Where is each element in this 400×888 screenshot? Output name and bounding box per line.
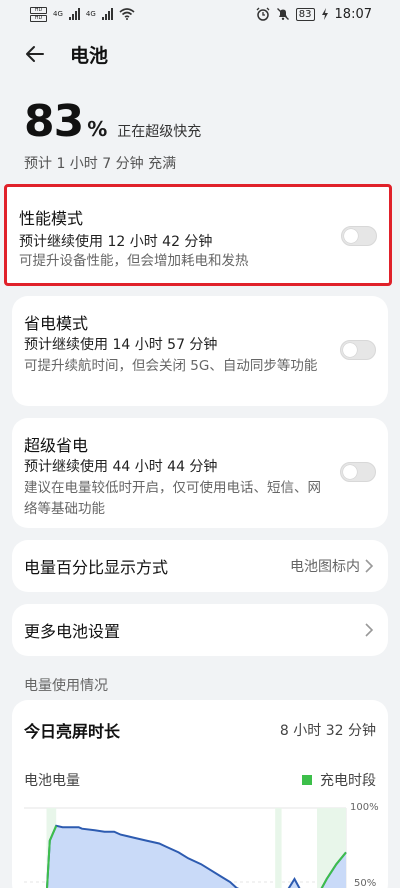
alarm-icon	[256, 7, 270, 21]
status-bar: HD HD 4G 4G 83 18:07	[0, 0, 400, 28]
tick-label-100: 100%	[350, 802, 379, 813]
screen-time-value: 8 小时 32 分钟	[279, 723, 376, 739]
chart-title: 电池电量	[24, 773, 80, 789]
page-title: 电池	[70, 44, 109, 67]
battery-percent-row: 83 % 正在超级快充	[24, 96, 201, 147]
network-type-1: 4G	[53, 10, 63, 18]
usage-card: 今日亮屏时长 8 小时 32 分钟 电池电量 充电时段 100% 50%	[12, 700, 388, 888]
signal-icon	[68, 8, 80, 20]
row-label: 更多电池设置	[24, 622, 121, 641]
performance-mode-card[interactable]: 性能模式 预计继续使用 12 小时 42 分钟 可提升设备性能，但会增加耗电和发…	[4, 184, 392, 286]
mode-usage: 预计继续使用 44 小时 44 分钟	[24, 459, 218, 475]
status-left: HD HD 4G 4G	[30, 6, 135, 22]
row-value-group: 电池图标内	[290, 556, 374, 576]
mode-description: 可提升续航时间，但会关闭 5G、自动同步等功能	[24, 358, 318, 374]
mode-description: 建议在电量较低时开启，仅可使用电话、短信、网络等基础功能	[24, 480, 321, 517]
charging-state: 正在超级快充	[117, 124, 202, 140]
percent-display-row[interactable]: 电量百分比显示方式 电池图标内	[12, 540, 388, 592]
more-battery-settings-row[interactable]: 更多电池设置	[12, 604, 388, 656]
legend-label: 充电时段	[320, 773, 376, 789]
mode-title: 超级省电	[24, 436, 89, 455]
charging-band	[275, 808, 282, 888]
charge-estimate: 预计 1 小时 7 分钟 充满	[24, 156, 177, 172]
mode-usage: 预计继续使用 14 小时 57 分钟	[24, 337, 218, 353]
chart-legend: 充电时段	[302, 770, 376, 790]
battery-percent-sign: %	[87, 117, 108, 141]
back-arrow-icon[interactable]	[22, 41, 48, 67]
row-value: 电池图标内	[290, 559, 360, 575]
charging-bolt-icon	[321, 8, 328, 20]
mode-usage: 预计继续使用 12 小时 42 分钟	[19, 234, 213, 250]
battery-level: 83	[295, 7, 315, 21]
status-time: 18:07	[334, 6, 372, 22]
tick-label-50: 50%	[354, 878, 376, 888]
sim-cards-icon: HD HD	[30, 6, 47, 22]
power-saving-mode-card[interactable]: 省电模式 预计继续使用 14 小时 57 分钟 可提升续航时间，但会关闭 5G、…	[12, 296, 388, 406]
status-right: 83 18:07	[256, 7, 372, 22]
ultra-power-saving-toggle[interactable]	[340, 462, 376, 482]
network-type-2: 4G	[85, 10, 96, 18]
legend-swatch	[302, 775, 312, 785]
chevron-right-icon	[365, 559, 374, 573]
app-header: 电池	[0, 32, 400, 76]
row-label: 电量百分比显示方式	[24, 558, 169, 577]
battery-summary: 83 % 正在超级快充 预计 1 小时 7 分钟 充满	[24, 96, 201, 173]
mode-description: 可提升设备性能，但会增加耗电和发热	[19, 253, 249, 269]
signal-icon-2	[101, 8, 113, 20]
usage-section-label: 电量使用情况	[24, 678, 108, 694]
wifi-icon	[119, 8, 135, 20]
performance-mode-toggle[interactable]	[341, 226, 377, 246]
chevron-right-icon	[365, 623, 374, 637]
battery-level-chart: 100% 50%	[24, 802, 379, 888]
battery-percent-value: 83	[24, 96, 84, 147]
mute-bell-icon	[276, 8, 289, 20]
mode-title: 省电模式	[24, 314, 89, 333]
power-saving-mode-toggle[interactable]	[340, 340, 376, 360]
screen-time-label: 今日亮屏时长	[24, 722, 121, 741]
mode-title: 性能模式	[19, 209, 84, 228]
ultra-power-saving-card[interactable]: 超级省电 预计继续使用 44 小时 44 分钟 建议在电量较低时开启，仅可使用电…	[12, 418, 388, 528]
